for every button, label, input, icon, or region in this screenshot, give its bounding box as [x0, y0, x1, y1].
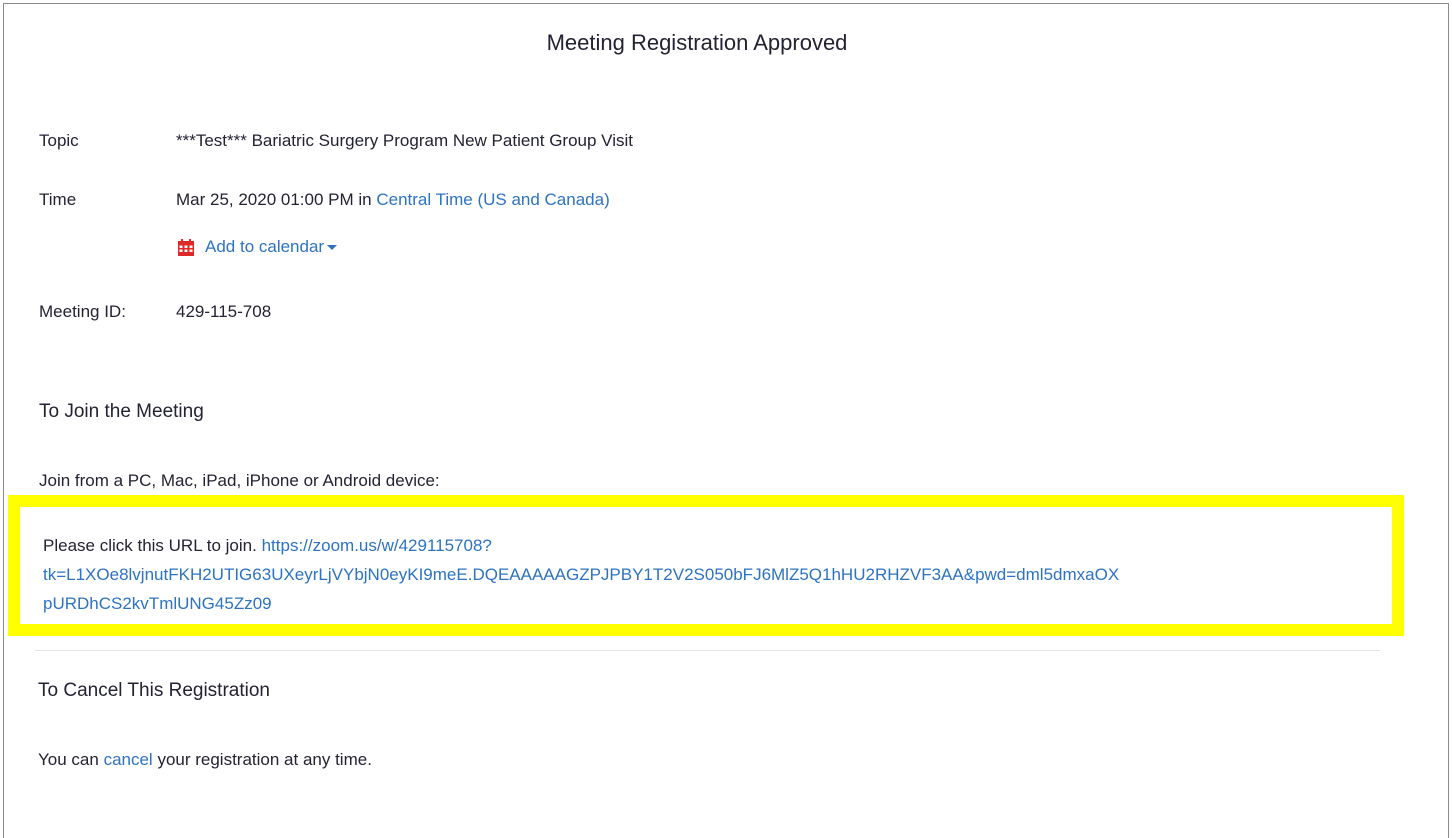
join-url-highlight: Please click this URL to join. https://z…	[8, 495, 1404, 636]
meeting-id-label: Meeting ID:	[39, 302, 126, 321]
cancel-heading: To Cancel This Registration	[38, 680, 270, 701]
join-heading: To Join the Meeting	[39, 401, 204, 422]
topic-label: Topic	[39, 131, 79, 150]
cancel-text-before: You can	[38, 750, 99, 769]
caret-down-icon[interactable]	[327, 244, 338, 250]
time-value: Mar 25, 2020 01:00 PM in	[176, 190, 372, 209]
join-line-1: Please click this URL to join. https://z…	[43, 531, 1403, 560]
timezone-link[interactable]: Central Time (US and Canada)	[376, 190, 609, 209]
cancel-text-after: your registration at any time.	[157, 750, 372, 769]
cancel-text-row: You can cancel your registration at any …	[38, 750, 372, 770]
time-value-row: Mar 25, 2020 01:00 PM in Central Time (U…	[176, 190, 610, 210]
add-to-calendar-dropdown[interactable]: Add to calendar	[176, 237, 338, 257]
meeting-id-value: 429-115-708	[176, 302, 272, 321]
calendar-icon	[178, 238, 194, 256]
registration-panel: Meeting Registration Approved Topic ***T…	[3, 3, 1449, 838]
section-divider	[35, 650, 1380, 651]
join-devices-text: Join from a PC, Mac, iPad, iPhone or And…	[39, 471, 440, 490]
join-url-link-part2[interactable]: tk=L1XOe8lvjnutFKH2UTIG63UXeyrLjVYbjN0ey…	[43, 560, 1403, 589]
page-title: Meeting Registration Approved	[546, 30, 848, 55]
join-url-link-part1[interactable]: https://zoom.us/w/429115708?	[262, 536, 492, 555]
topic-value: ***Test*** Bariatric Surgery Program New…	[176, 131, 633, 150]
join-url-link-part3[interactable]: pURDhCS2kvTmlUNG45Zz09	[43, 589, 1403, 618]
join-url-block: Please click this URL to join. https://z…	[43, 531, 1403, 618]
cancel-link[interactable]: cancel	[104, 750, 153, 769]
join-prompt-text: Please click this URL to join.	[43, 536, 257, 555]
add-to-calendar-label[interactable]: Add to calendar	[205, 237, 324, 257]
time-label: Time	[39, 190, 77, 209]
